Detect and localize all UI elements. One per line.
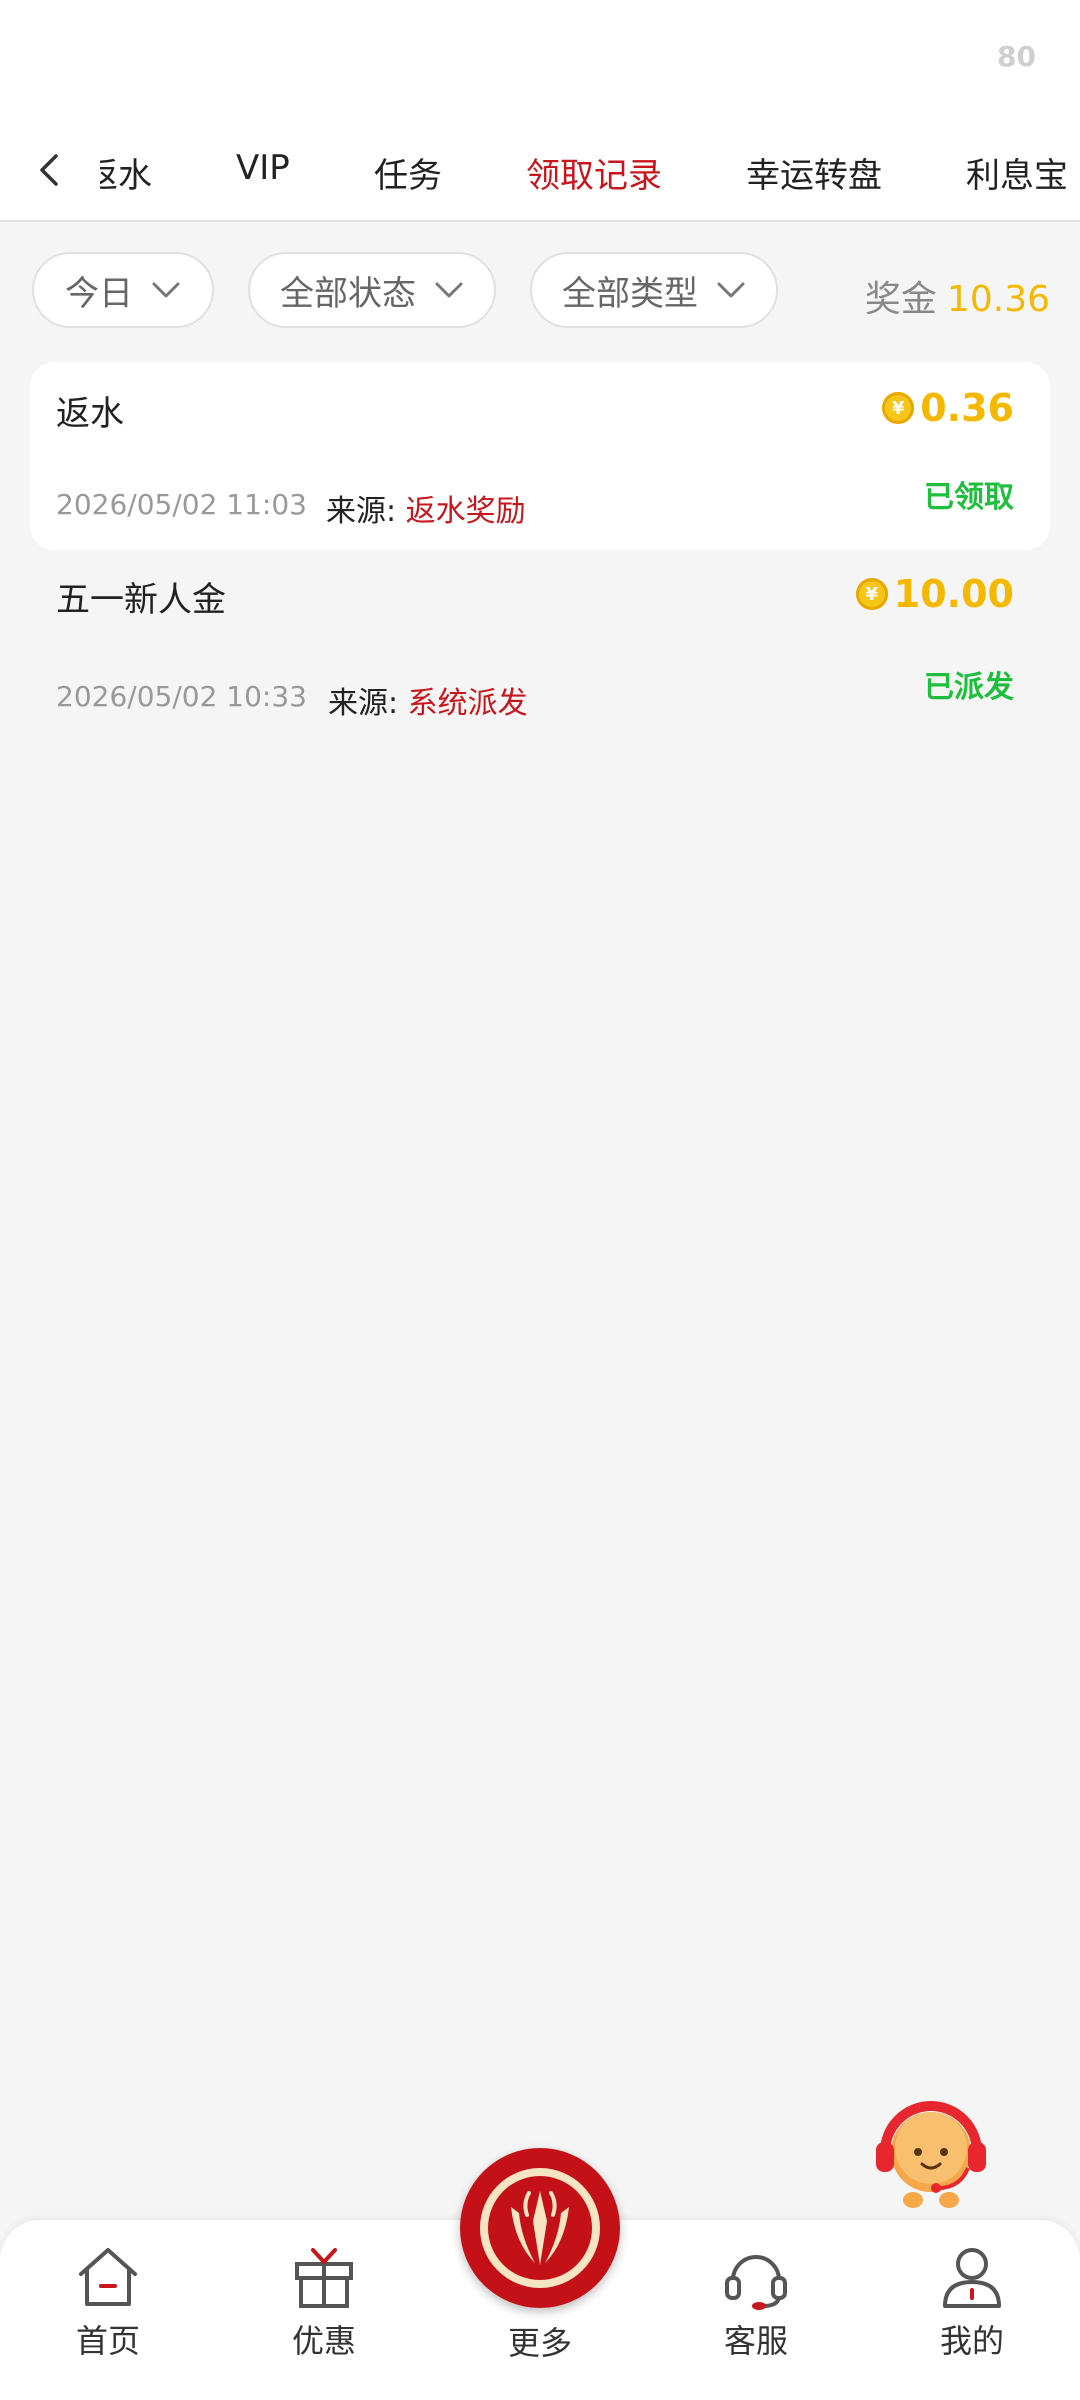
date-filter-dropdown[interactable]: 今日 [32, 252, 214, 328]
record-amount-value: 0.36 [920, 386, 1014, 430]
nav-home-label: 首页 [75, 2322, 140, 2360]
nav-more-label: 更多 [507, 2324, 572, 2362]
chevron-left-icon [40, 154, 58, 186]
coin-icon: ¥ [855, 578, 888, 610]
record-amount: ¥ 0.36 [882, 386, 1014, 430]
record-title: 返水 [56, 394, 124, 434]
record-time: 2026/05/02 10:33 [56, 680, 307, 713]
user-icon [943, 2248, 1001, 2308]
tab-interest[interactable]: 利息宝 [966, 148, 1068, 197]
bonus-value: 10.36 [946, 279, 1050, 320]
status-indicator: 80 [997, 40, 1036, 73]
nav-promo[interactable]: 优惠 [254, 2244, 394, 2384]
chevron-down-icon [152, 282, 180, 298]
tab-tasks[interactable]: 任务 [374, 148, 442, 197]
chevron-down-icon [717, 282, 745, 298]
record-item[interactable]: 返水 ¥ 0.36 已领取 2026/05/02 11:03 来源: 返水奖励 [30, 362, 1050, 550]
filter-bar: 今日 全部状态 全部类型 奖金 10.36 [0, 222, 1080, 360]
tab-claim-records[interactable]: 领取记录 [526, 148, 662, 197]
record-item[interactable]: 五一新人金 ¥ 10.00 已派发 2026/05/02 10:33 来源: 系… [30, 554, 1050, 742]
nav-home[interactable]: 首页 [38, 2244, 178, 2384]
chevron-down-icon [435, 282, 463, 298]
brand-logo-icon [480, 2168, 600, 2288]
date-filter-label: 今日 [65, 273, 133, 314]
tab-lucky-wheel[interactable]: 幸运转盘 [746, 148, 882, 197]
support-mascot-button[interactable] [868, 2090, 994, 2216]
status-filter-dropdown[interactable]: 全部状态 [248, 252, 496, 328]
tab-vip[interactable]: VIP [236, 148, 290, 188]
bonus-total: 奖金 10.36 [865, 270, 1050, 322]
support-mascot-icon [876, 2101, 986, 2208]
status-filter-label: 全部状态 [280, 273, 416, 314]
bonus-label: 奖金 [864, 279, 937, 320]
record-time: 2026/05/02 11:03 [56, 488, 307, 521]
type-filter-label: 全部类型 [562, 273, 698, 314]
nav-service-label: 客服 [723, 2322, 788, 2360]
record-source-value: 返水奖励 [405, 494, 526, 529]
status-bar: 80 [0, 0, 1080, 120]
coin-icon: ¥ [882, 392, 915, 424]
type-filter-dropdown[interactable]: 全部类型 [530, 252, 778, 328]
record-source-label: 来源: [326, 494, 397, 529]
nav-mine[interactable]: 我的 [902, 2244, 1042, 2384]
nav-mine-label: 我的 [939, 2322, 1004, 2360]
record-source: 来源: 返水奖励 [326, 486, 526, 530]
nav-promo-label: 优惠 [291, 2322, 356, 2360]
home-icon [79, 2248, 137, 2306]
nav-more-button[interactable] [460, 2148, 620, 2308]
record-amount: ¥ 10.00 [855, 572, 1014, 616]
record-source: 来源: 系统派发 [328, 678, 528, 722]
top-tab-bar: 返水 VIP 任务 领取记录 幸运转盘 利息宝 [0, 120, 1080, 222]
headset-icon [725, 2255, 787, 2310]
record-amount-value: 10.00 [893, 572, 1014, 616]
back-button[interactable] [0, 120, 100, 220]
gift-icon [295, 2248, 353, 2308]
nav-service[interactable]: 客服 [686, 2244, 826, 2384]
record-status: 已领取 [924, 480, 1014, 515]
record-status: 已派发 [924, 670, 1014, 705]
record-source-label: 来源: [328, 686, 399, 721]
record-title: 五一新人金 [56, 580, 226, 620]
record-source-value: 系统派发 [407, 686, 528, 721]
